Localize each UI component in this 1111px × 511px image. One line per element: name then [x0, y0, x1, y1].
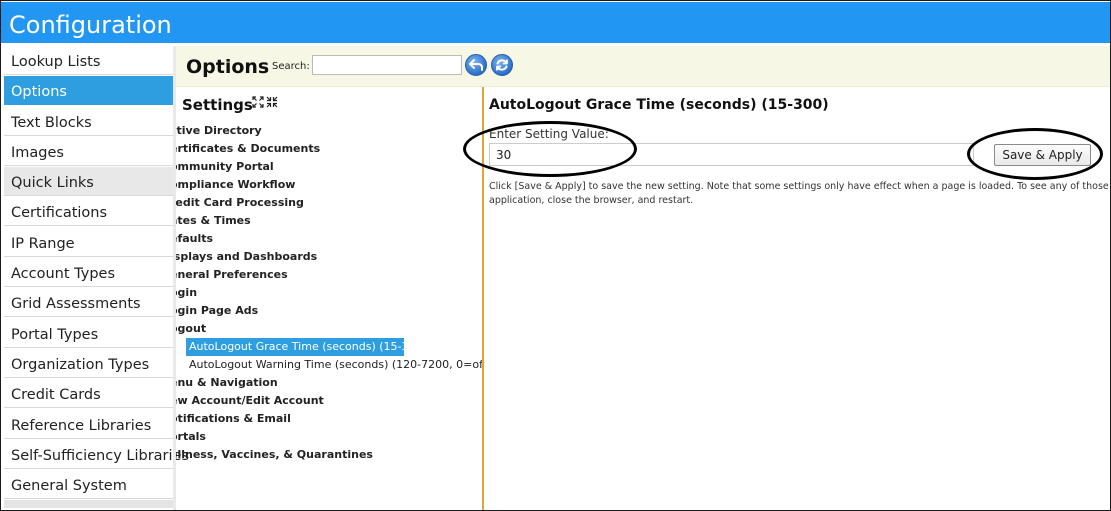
- sidebar-item-general-system[interactable]: General System: [4, 470, 173, 500]
- configuration-window: Configuration Lookup Lists Options Text …: [0, 0, 1111, 511]
- sidebar-item-options[interactable]: Options: [4, 76, 173, 106]
- search-label: Search:: [272, 61, 310, 72]
- options-header: Options Search:: [176, 46, 1110, 87]
- setting-value-label: Enter Setting Value:: [489, 127, 609, 141]
- tree-category[interactable]: ctive Directory: [176, 122, 476, 140]
- sidebar-item-certifications[interactable]: Certifications: [4, 197, 173, 227]
- sidebar-item-credit-cards[interactable]: Credit Cards: [4, 379, 173, 409]
- sidebar-overflow-item: [4, 500, 173, 509]
- settings-panel: Settings ctive Directory ertificates & D…: [176, 87, 482, 510]
- settings-heading: Settings: [182, 96, 253, 114]
- settings-tree: ctive Directory ertificates & Documents …: [176, 122, 482, 464]
- tree-category[interactable]: enu & Navigation: [176, 374, 476, 392]
- sidebar-item-text-blocks[interactable]: Text Blocks: [4, 106, 173, 136]
- tree-category[interactable]: ellness, Vaccines, & Quarantines: [176, 446, 476, 464]
- tree-category[interactable]: ogin Page Ads: [176, 302, 476, 320]
- help-text-line: application, close the browser, and rest…: [489, 194, 694, 206]
- sidebar-item-quick-links[interactable]: Quick Links: [4, 167, 173, 197]
- help-text-line: Click [Save & Apply] to save the new set…: [489, 181, 1110, 192]
- tree-setting-selected[interactable]: AutoLogout Grace Time (seconds) (15-300): [186, 338, 427, 356]
- sidebar-item-grid-assessments[interactable]: Grid Assessments: [4, 288, 173, 318]
- sidebar-item-portal-types[interactable]: Portal Types: [4, 318, 173, 348]
- tree-category[interactable]: redit Card Processing: [176, 194, 476, 212]
- tree-category[interactable]: ertificates & Documents: [176, 140, 476, 158]
- tree-category[interactable]: eneral Preferences: [176, 266, 476, 284]
- tree-setting[interactable]: AutoLogout Warning Time (seconds) (120-7…: [186, 356, 482, 374]
- tree-category[interactable]: ommunity Portal: [176, 158, 476, 176]
- sidebar-item-self-sufficiency-libraries[interactable]: Self-Sufficiency Libraries: [4, 439, 189, 469]
- tree-category[interactable]: ogin: [176, 284, 476, 302]
- tree-category[interactable]: ortals: [176, 428, 476, 446]
- refresh-icon: [496, 59, 508, 71]
- back-arrow-icon: [469, 59, 483, 71]
- page-title: Options: [186, 56, 270, 78]
- tree-category[interactable]: ompliance Workflow: [176, 176, 476, 194]
- sidebar-item-lookup-lists[interactable]: Lookup Lists: [4, 46, 173, 75]
- tree-category[interactable]: ates & Times: [176, 212, 476, 230]
- tree-category[interactable]: otifications & Email: [176, 410, 476, 428]
- sidebar-item-account-types[interactable]: Account Types: [4, 258, 173, 288]
- sidebar-item-ip-range[interactable]: IP Range: [4, 227, 173, 257]
- sidebar-item-organization-types[interactable]: Organization Types: [4, 348, 173, 378]
- save-apply-button[interactable]: Save & Apply: [994, 144, 1091, 166]
- tree-category[interactable]: ogout: [176, 320, 476, 338]
- back-button[interactable]: [465, 54, 487, 76]
- tree-category[interactable]: isplays and Dashboards: [176, 248, 476, 266]
- sidebar-item-images[interactable]: Images: [4, 136, 173, 166]
- help-text: Click [Save & Apply] to save the new set…: [489, 180, 1110, 207]
- window-title: Configuration: [1, 1, 1110, 43]
- sidebar-nav: Lookup Lists Options Text Blocks Images …: [4, 46, 189, 510]
- setting-detail-panel: AutoLogout Grace Time (seconds) (15-300)…: [484, 87, 1110, 510]
- tree-category[interactable]: ew Account/Edit Account: [176, 392, 476, 410]
- refresh-button[interactable]: [491, 54, 513, 76]
- setting-value-input[interactable]: [489, 143, 974, 166]
- tree-category[interactable]: efaults: [176, 230, 476, 248]
- search-input[interactable]: [312, 55, 462, 75]
- sidebar-item-reference-libraries[interactable]: Reference Libraries: [4, 409, 173, 439]
- setting-title: AutoLogout Grace Time (seconds) (15-300): [489, 97, 829, 113]
- collapse-all-icon[interactable]: [266, 96, 278, 108]
- expand-all-icon[interactable]: [252, 96, 264, 108]
